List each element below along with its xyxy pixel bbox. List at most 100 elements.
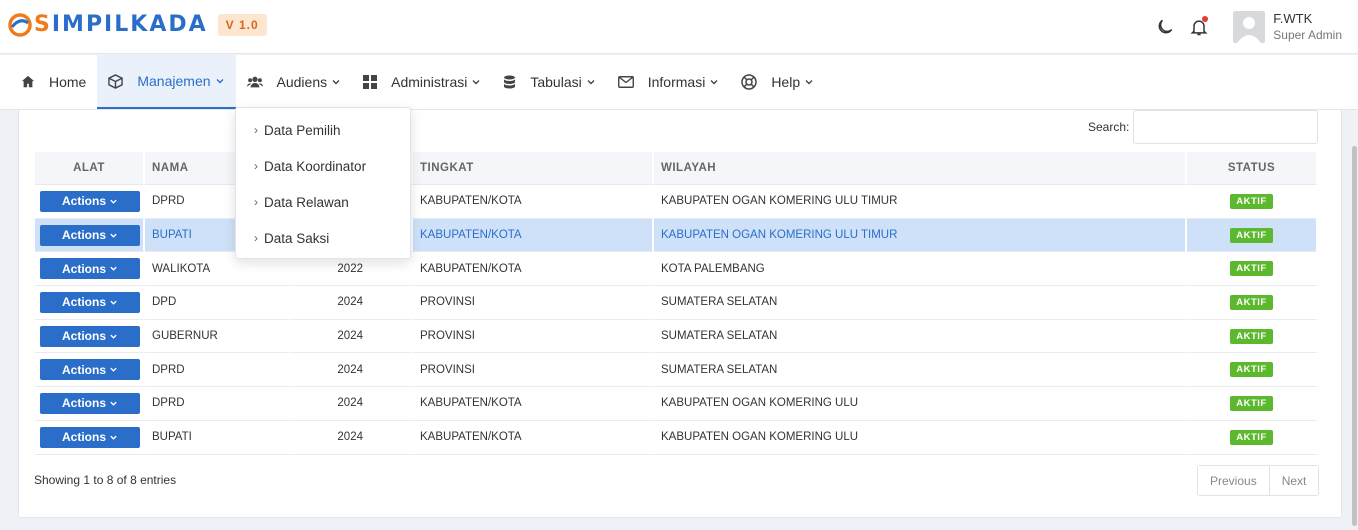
col-header-tingkat[interactable]: TINGKAT [413, 152, 654, 185]
user-name: F.WTK [1273, 11, 1313, 26]
table-row[interactable]: Actions BUPATI 2024 KABUPATEN/KOTA KABUPATEN… [35, 420, 1318, 455]
col-header-wilayah[interactable]: WILAYAH [654, 152, 1187, 185]
nav-label: Audiens [276, 74, 328, 90]
cell-tingkat: PROVINSI [413, 353, 654, 388]
cell-wilayah: KABUPATEN OGAN KOMERING ULU [654, 420, 1187, 455]
table-row[interactable]: Actions GUBERNUR 2024 PROVINSI SUMATERA SELA… [35, 319, 1318, 354]
pagination: Previous Next [1197, 465, 1320, 496]
logo-swirl-icon [8, 12, 32, 37]
cell-tingkat: KABUPATEN/KOTA [413, 420, 654, 455]
actions-dropdown-button[interactable]: Actions [40, 224, 140, 246]
data-table: ALAT NAMA TINGKAT WILAYAH STATUS Actions… [35, 152, 1318, 455]
chevron-down-icon [332, 80, 340, 85]
col-header-status[interactable]: STATUS [1187, 152, 1318, 185]
table-row[interactable]: Actions WALIKOTA 2022 KABUPATEN/KOTA KOTA PA… [35, 252, 1318, 287]
status-badge: AKTIF [1230, 328, 1273, 344]
cell-nama: GUBERNUR [145, 319, 290, 354]
cell-tingkat: PROVINSI [413, 319, 654, 354]
cell-nama: BUPATI [145, 420, 290, 455]
cell-status: AKTIF [1187, 319, 1318, 354]
nav-informasi[interactable]: Informasi [607, 55, 731, 109]
chevron-down-icon [110, 401, 117, 406]
table-header-row: ALAT NAMA TINGKAT WILAYAH STATUS [35, 152, 1318, 185]
notification-bell-icon[interactable] [1187, 15, 1211, 39]
cell-alat: Actions [35, 353, 145, 388]
cell-wilayah: KABUPATEN OGAN KOMERING ULU TIMUR [654, 185, 1187, 219]
cell-tahun: 2024 [290, 353, 413, 388]
actions-dropdown-button[interactable]: Actions [40, 258, 140, 280]
menu-item-data-relawan[interactable]: › Data Relawan [236, 184, 410, 220]
chevron-down-icon [110, 334, 117, 339]
database-icon [504, 75, 516, 88]
table-row[interactable]: Actions DPRD KABUPATEN/KOTA KABUPATEN OGAN … [35, 185, 1318, 219]
nav-label: Administrasi [391, 74, 468, 90]
cell-wilayah: KOTA PALEMBANG [654, 252, 1187, 287]
nav-home[interactable]: Home [10, 55, 97, 109]
chevron-down-icon [110, 266, 117, 272]
app-logo[interactable]: SIMPILKADA V 1.0 [8, 12, 267, 37]
page-scrollbar[interactable] [1351, 110, 1358, 530]
cell-status: AKTIF [1187, 252, 1318, 287]
table-row[interactable]: Actions DPRD 2024 PROVINSI SUMATERA SELATAN A… [35, 353, 1318, 388]
next-page-button[interactable]: Next [1268, 466, 1319, 495]
search-input[interactable] [1133, 110, 1318, 144]
cell-tahun: 2024 [290, 420, 413, 455]
actions-dropdown-button[interactable]: Actions [40, 291, 140, 313]
nav-tabulasi[interactable]: Tabulasi [492, 55, 606, 109]
chevron-down-icon [110, 300, 117, 305]
actions-dropdown-button[interactable]: Actions [40, 392, 140, 414]
cell-alat: Actions [35, 319, 145, 354]
cell-alat: Actions [35, 218, 145, 253]
status-badge: AKTIF [1230, 395, 1273, 411]
chevron-right-icon: › [254, 159, 258, 173]
version-badge: V 1.0 [217, 13, 267, 36]
cell-wilayah: SUMATERA SELATAN [654, 319, 1187, 354]
actions-dropdown-button[interactable]: Actions [40, 325, 140, 347]
status-badge: AKTIF [1230, 193, 1273, 209]
actions-dropdown-button[interactable]: Actions [40, 190, 140, 212]
scrollbar-thumb[interactable] [1352, 146, 1357, 526]
table-row[interactable]: Actions DPRD 2024 KABUPATEN/KOTA KABUPATEN O… [35, 387, 1318, 421]
col-header-alat[interactable]: ALAT [35, 152, 145, 185]
nav-audiens[interactable]: Audiens [236, 55, 353, 109]
grid-icon [363, 75, 378, 89]
previous-page-button[interactable]: Previous [1198, 466, 1269, 495]
status-badge: AKTIF [1230, 429, 1273, 445]
menu-item-data-pemilih[interactable]: › Data Pemilih [236, 112, 410, 148]
chevron-right-icon: › [254, 123, 258, 137]
nav-label: Informasi [647, 74, 706, 90]
entries-info: Showing 1 to 8 of 8 entries [34, 473, 177, 487]
nav-manajemen[interactable]: Manajemen [97, 55, 236, 109]
menu-item-data-koordinator[interactable]: › Data Koordinator [236, 148, 410, 184]
user-info[interactable]: F.WTK Super Admin [1273, 11, 1342, 43]
table-row[interactable]: Actions DPD 2024 PROVINSI SUMATERA SELATAN AK… [35, 286, 1318, 320]
cell-tingkat: KABUPATEN/KOTA [413, 387, 654, 421]
cell-alat: Actions [35, 252, 145, 287]
users-icon [246, 76, 263, 88]
cell-tahun: 2024 [290, 319, 413, 354]
cell-alat: Actions [35, 185, 145, 219]
dark-mode-toggle-moon-icon[interactable] [1153, 15, 1177, 39]
nav-help[interactable]: Help [730, 55, 825, 109]
chevron-down-icon [216, 79, 224, 84]
chevron-right-icon: › [254, 195, 258, 209]
table-row[interactable]: Actions BUPATI KABUPATEN/KOTA KABUPATEN OGA… [35, 218, 1318, 253]
top-header: SIMPILKADA V 1.0 F.WTK Super Admin [0, 0, 1358, 54]
chevron-down-icon [472, 80, 480, 85]
cell-status: AKTIF [1187, 353, 1318, 388]
chevron-down-icon [110, 233, 117, 238]
cell-tingkat: KABUPATEN/KOTA [413, 252, 654, 287]
chevron-right-icon: › [254, 231, 258, 245]
cell-alat: Actions [35, 286, 145, 320]
actions-dropdown-button[interactable]: Actions [40, 426, 140, 448]
main-nav: Home Manajemen Audiens Administrasi Tabu… [0, 55, 1358, 110]
cell-status: AKTIF [1187, 218, 1318, 253]
nav-label: Manajemen [137, 73, 211, 89]
avatar[interactable] [1233, 11, 1266, 43]
logo-text: SIMPILKADA [34, 12, 208, 37]
chevron-down-icon [110, 199, 117, 204]
actions-dropdown-button[interactable]: Actions [40, 359, 140, 381]
menu-item-data-saksi[interactable]: › Data Saksi [236, 220, 410, 256]
nav-administrasi[interactable]: Administrasi [352, 55, 492, 109]
status-badge: AKTIF [1230, 227, 1273, 243]
